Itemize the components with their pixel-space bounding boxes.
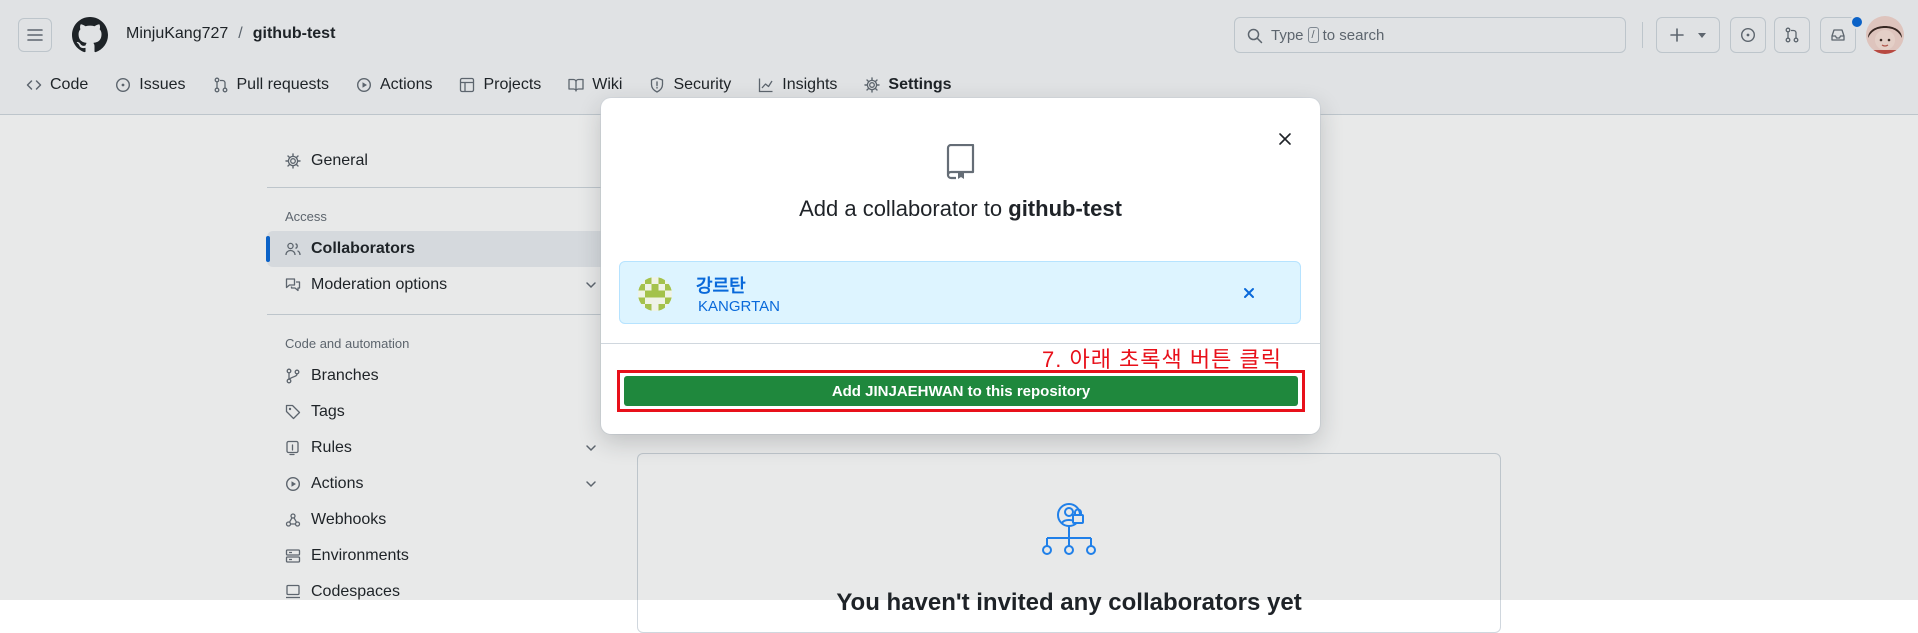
selected-user-login: KANGRTAN [698, 298, 780, 315]
close-icon [1244, 288, 1254, 298]
add-collaborator-dialog: Add a collaborator to github-test 강르탄 KA… [601, 98, 1320, 434]
selected-user-card: 강르탄 KANGRTAN [619, 261, 1301, 324]
close-icon [1279, 133, 1291, 145]
repo-icon [946, 144, 975, 180]
annotation-highlight-box: Add JINJAEHWAN to this repository [617, 370, 1305, 412]
dialog-title-repo: github-test [1008, 196, 1122, 221]
selected-user-name: 강르탄 [696, 276, 746, 296]
dialog-title-prefix: Add a collaborator to [799, 196, 1003, 221]
dialog-title: Add a collaborator to github-test [601, 196, 1320, 222]
remove-selected-user-button[interactable] [1242, 286, 1256, 300]
identicon-image [638, 277, 672, 311]
add-collaborator-button[interactable]: Add JINJAEHWAN to this repository [624, 376, 1298, 406]
close-dialog-button[interactable] [1274, 128, 1296, 150]
selected-user-avatar [638, 277, 672, 311]
